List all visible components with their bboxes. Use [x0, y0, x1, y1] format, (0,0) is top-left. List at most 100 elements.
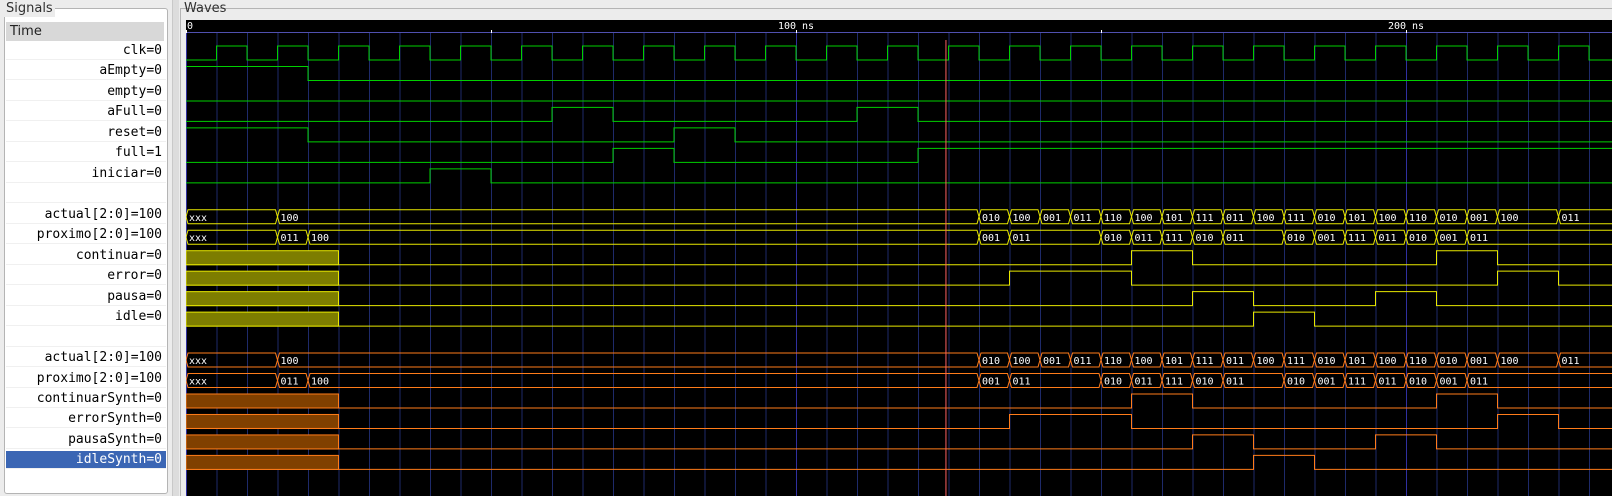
signal-row[interactable]: clk=0 [6, 42, 166, 60]
signal-name: iniciar [91, 165, 147, 181]
signal-equals: = [130, 227, 139, 243]
signal-name: idle [115, 309, 147, 325]
signal-row-blank [6, 328, 166, 347]
bus-value-label: 010 [1287, 377, 1305, 388]
bus-value-label: 010 [1104, 377, 1122, 388]
signal-value: 0 [154, 411, 162, 427]
signal-name: idleSynth [75, 452, 147, 468]
bus-value-label: 111 [1287, 213, 1305, 224]
signal-name: continuarSynth [36, 390, 147, 406]
signal-row[interactable]: proximo[2:0]=100 [6, 226, 166, 245]
bus-value-label: 011 [1562, 213, 1580, 224]
bus-value-label: 110 [1104, 213, 1122, 224]
bus-value-label: 011 [1226, 233, 1244, 244]
bus-value-label: 111 [1287, 356, 1305, 367]
signal-value: 100 [138, 227, 162, 243]
signal-name: actual[2:0] [44, 350, 131, 366]
signal-row[interactable]: aEmpty=0 [6, 62, 166, 81]
signal-row[interactable]: iniciar=0 [6, 164, 166, 183]
signal-name: pausa [107, 288, 147, 304]
signal-equals: = [130, 206, 139, 222]
bus-value-label: 101 [1348, 213, 1366, 224]
bus-value-label: 100 [1257, 213, 1275, 224]
bus-value-label: 100 [1135, 213, 1153, 224]
bus-value-label: 010 [1409, 233, 1427, 244]
bus-value-label: 110 [1409, 213, 1427, 224]
signal-equals: = [146, 431, 155, 447]
bus-value-label: 001 [1440, 377, 1458, 388]
signal-equals: = [130, 370, 139, 386]
signal-row[interactable]: error=0 [6, 267, 166, 286]
signal-row[interactable]: idle=0 [6, 308, 166, 327]
bus-value-label: 010 [982, 356, 1000, 367]
bus-value-label: 011 [1226, 213, 1244, 224]
signal-row[interactable]: empty=0 [6, 82, 166, 101]
bus-value-label: 011 [281, 233, 299, 244]
bus-value-label: 011 [1013, 377, 1031, 388]
signals-panel: Signals Time clk=0 aEmpty=0 empty=0 aFull=0… [0, 0, 172, 496]
bus-value-label: 011 [281, 377, 299, 388]
signal-value: 1 [154, 145, 162, 161]
signal-equals: = [146, 452, 155, 468]
signal-value: 0 [154, 124, 162, 140]
undefined-fill [186, 413, 339, 429]
signal-name: reset [107, 124, 147, 140]
signal-row[interactable]: full=1 [6, 144, 166, 163]
waveform-view[interactable]: 0 100 ns 200 ns xxx 100 010 100 001 011 110 100 10… [186, 20, 1612, 496]
bus-value-label: 011 [1135, 233, 1153, 244]
signal-equals: = [130, 350, 139, 366]
bus-value-label: 001 [1440, 233, 1458, 244]
bus-value-label: 011 [1226, 356, 1244, 367]
undefined-fill [186, 311, 339, 327]
signal-row[interactable]: idleSynth=0 [6, 451, 166, 470]
signal-row[interactable]: actual[2:0]=100 [6, 205, 166, 224]
bus-value-label: 011 [1226, 377, 1244, 388]
signal-row[interactable]: pausa=0 [6, 287, 166, 306]
signal-name: proximo[2:0] [36, 370, 131, 386]
signal-value: 0 [154, 165, 162, 181]
bus-value-label: 001 [1043, 213, 1061, 224]
bus-value-label: 001 [1470, 356, 1488, 367]
signal-value: 100 [138, 370, 162, 386]
bus-value-label: 100 [1135, 356, 1153, 367]
bus-value-label: 010 [1318, 356, 1336, 367]
signal-equals: = [146, 124, 155, 140]
signal-row[interactable]: actual[2:0]=100 [6, 349, 166, 368]
bus-value-label: 100 [1501, 213, 1519, 224]
bus-value-label: xxx [189, 356, 207, 367]
bus-value-label: 100 [1379, 213, 1397, 224]
signal-name: error [107, 268, 147, 284]
signal-name: proximo[2:0] [36, 227, 131, 243]
bus-value-label: 100 [1257, 356, 1275, 367]
bus-value-label: 001 [1318, 377, 1336, 388]
signals-panel-title: Signals [4, 0, 55, 17]
signal-name: continuar [75, 247, 147, 263]
bus-value-label: 111 [1348, 233, 1366, 244]
signal-row[interactable]: reset=0 [6, 123, 166, 142]
signal-row[interactable]: aFull=0 [6, 103, 166, 122]
signal-equals: = [146, 43, 155, 58]
signal-name: full [115, 145, 147, 161]
signal-row[interactable]: continuar=0 [6, 246, 166, 265]
bus-value-label: 001 [1318, 233, 1336, 244]
signal-row-blank [6, 185, 166, 204]
signal-row[interactable]: errorSynth=0 [6, 410, 166, 429]
bus-value-label: 010 [1409, 377, 1427, 388]
signal-value: 0 [154, 288, 162, 304]
signal-equals: = [146, 390, 155, 406]
time-header[interactable]: Time [6, 22, 164, 41]
signal-row[interactable]: continuarSynth=0 [6, 389, 166, 408]
signal-equals: = [146, 411, 155, 427]
signal-value: 0 [154, 43, 162, 58]
bus-value-label: xxx [189, 377, 207, 388]
signal-name: empty [107, 83, 147, 99]
signal-row[interactable]: proximo[2:0]=100 [6, 369, 166, 388]
bus-value-label: 100 [281, 356, 299, 367]
signal-row[interactable]: pausaSynth=0 [6, 430, 166, 449]
signal-name: actual[2:0] [44, 206, 131, 222]
bus-value-label: 010 [1196, 233, 1214, 244]
bus-value-label: 100 [1013, 356, 1031, 367]
undefined-fill [186, 434, 339, 450]
panel-resize-handle[interactable] [172, 0, 179, 496]
signal-equals: = [146, 268, 155, 284]
